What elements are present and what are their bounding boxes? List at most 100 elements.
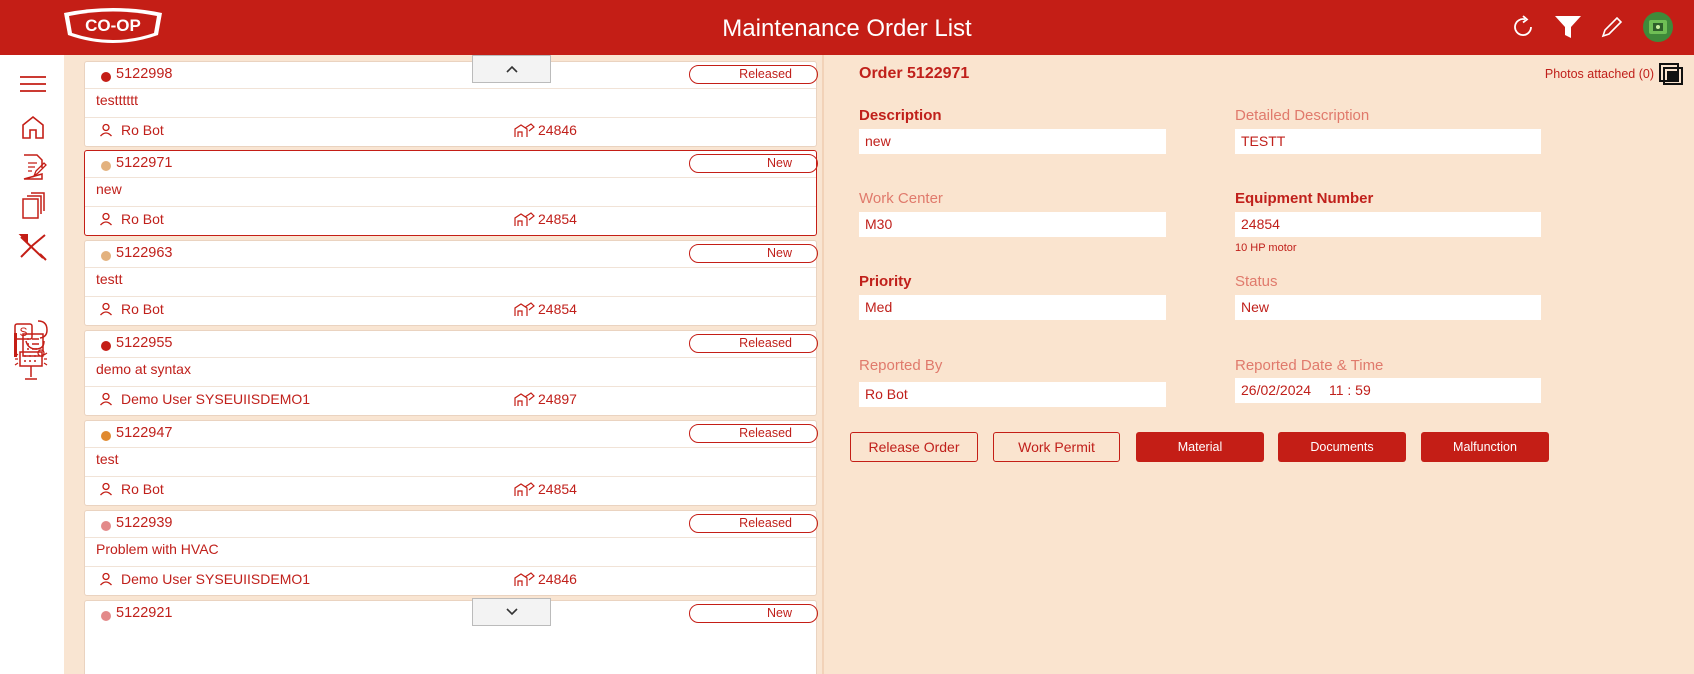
edit-icon[interactable]	[1600, 15, 1624, 39]
equipment-icon	[514, 572, 535, 586]
divider	[85, 537, 816, 538]
person-icon	[100, 572, 112, 586]
order-number: 5122955	[116, 335, 173, 351]
scoreboard-icon[interactable]	[12, 347, 50, 385]
chevron-down-icon	[505, 608, 518, 616]
filter-icon[interactable]	[1554, 14, 1582, 40]
order-user: Ro Bot	[99, 122, 164, 138]
divider	[85, 447, 816, 448]
priority-dot	[101, 431, 111, 441]
order-number: 5122939	[116, 515, 173, 531]
equipment-icon	[514, 392, 535, 406]
order-card-selected[interactable]: 5122971 New new Ro Bot 24854	[84, 150, 818, 236]
photos-attached-label: Photos attached (0)	[1544, 67, 1654, 81]
gallery-icon[interactable]	[1658, 62, 1684, 86]
order-user: Ro Bot	[99, 481, 164, 497]
release-order-button[interactable]: Release Order	[850, 432, 978, 462]
equipment-number-field[interactable]: 24854	[1235, 212, 1541, 237]
status-badge: Released	[689, 424, 818, 443]
order-user: Demo User SYSEUIISDEMO1	[99, 571, 310, 587]
order-number: 5122971	[116, 155, 173, 171]
equipment-number: 24846	[538, 571, 577, 587]
malfunction-button[interactable]: Malfunction	[1421, 432, 1549, 462]
reported-time-value: 11 : 59	[1328, 382, 1371, 398]
equipment-number: 24854	[538, 481, 577, 497]
divider	[85, 267, 816, 268]
status-badge: New	[689, 604, 818, 623]
divider	[85, 386, 816, 387]
documents-icon[interactable]	[18, 191, 48, 221]
order-user: Ro Bot	[99, 301, 164, 317]
priority-dot	[101, 72, 111, 82]
person-icon	[100, 392, 112, 406]
status-field[interactable]: New	[1235, 295, 1541, 320]
order-user-name: Ro Bot	[121, 301, 164, 317]
reported-by-field[interactable]: Ro Bot	[859, 382, 1166, 407]
order-user-name: Ro Bot	[121, 211, 164, 227]
order-equipment: 24854	[513, 301, 577, 317]
priority-field[interactable]: Med	[859, 295, 1166, 320]
scroll-down-button[interactable]	[472, 598, 551, 626]
order-equipment: 24854	[513, 211, 577, 227]
scroll-up-button[interactable]	[472, 55, 551, 83]
order-card[interactable]: 5122955 Released demo at syntax Demo Use…	[84, 330, 818, 416]
order-description: testttttt	[96, 92, 139, 108]
work-permit-button[interactable]: Work Permit	[993, 432, 1120, 462]
description-field[interactable]: new	[859, 129, 1166, 154]
reported-date-value: 26/02/2024	[1241, 382, 1312, 398]
order-detail-panel: Order 5122971 Photos attached (0) Descri…	[824, 55, 1694, 674]
detailed-description-label: Detailed Description	[1235, 107, 1370, 124]
order-description: demo at syntax	[96, 361, 191, 377]
status-label: Status	[1235, 273, 1278, 290]
create-order-icon[interactable]	[18, 152, 48, 182]
divider	[85, 117, 816, 118]
order-card[interactable]: 5122963 New testt Ro Bot 24854	[84, 240, 818, 326]
status-badge: Released	[689, 65, 818, 84]
chevron-up-icon	[505, 65, 518, 73]
order-number: 5122947	[116, 425, 173, 441]
priority-dot	[101, 251, 111, 261]
home-icon[interactable]	[18, 112, 48, 142]
person-icon	[100, 212, 112, 226]
status-badge: New	[689, 154, 818, 173]
divider	[85, 177, 816, 178]
reported-date-label: Reported Date & Time	[1235, 357, 1384, 374]
order-user-name: Ro Bot	[121, 481, 164, 497]
order-description: testt	[96, 271, 123, 287]
status-badge: New	[689, 244, 818, 263]
divider	[85, 296, 816, 297]
equipment-icon	[514, 302, 535, 316]
order-number: 5122963	[116, 245, 173, 261]
reported-datetime-field[interactable]: 26/02/2024 11 : 59	[1235, 378, 1541, 403]
order-user-name: Demo User SYSEUIISDEMO1	[121, 391, 311, 407]
order-equipment: 24846	[513, 571, 577, 587]
documents-button[interactable]: Documents	[1278, 432, 1406, 462]
order-equipment: 24897	[513, 391, 577, 407]
detailed-description-field[interactable]: TESTT	[1235, 129, 1541, 154]
work-center-field[interactable]: M30	[859, 212, 1166, 237]
person-icon	[100, 482, 112, 496]
divider	[85, 566, 816, 567]
tools-icon[interactable]	[18, 232, 48, 262]
order-user: Ro Bot	[99, 211, 164, 227]
order-equipment: 24846	[513, 122, 577, 138]
status-badge: Released	[689, 334, 818, 353]
order-user-name: Demo User SYSEUIISDEMO1	[121, 571, 311, 587]
refresh-icon[interactable]	[1510, 14, 1536, 40]
order-number: 5122998	[116, 66, 173, 82]
divider	[85, 88, 816, 89]
order-card[interactable]: 5122939 Released Problem with HVAC Demo …	[84, 510, 818, 596]
status-badge: Released	[689, 514, 818, 533]
order-card[interactable]: 5122921 New	[84, 600, 818, 674]
order-list[interactable]: 5122998 Released testttttt Ro Bot 24846 …	[64, 55, 824, 674]
menu-icon[interactable]	[18, 69, 48, 99]
description-label: Description	[859, 107, 942, 124]
person-icon	[100, 123, 112, 137]
equipment-number: 24897	[538, 391, 577, 407]
order-card[interactable]: 5122947 Released test Ro Bot 24854	[84, 420, 818, 506]
order-card[interactable]: 5122998 Released testttttt Ro Bot 24846	[84, 61, 818, 147]
priority-label: Priority	[859, 273, 912, 290]
user-avatar[interactable]	[1642, 11, 1674, 43]
priority-dot	[101, 341, 111, 351]
material-button[interactable]: Material	[1136, 432, 1264, 462]
